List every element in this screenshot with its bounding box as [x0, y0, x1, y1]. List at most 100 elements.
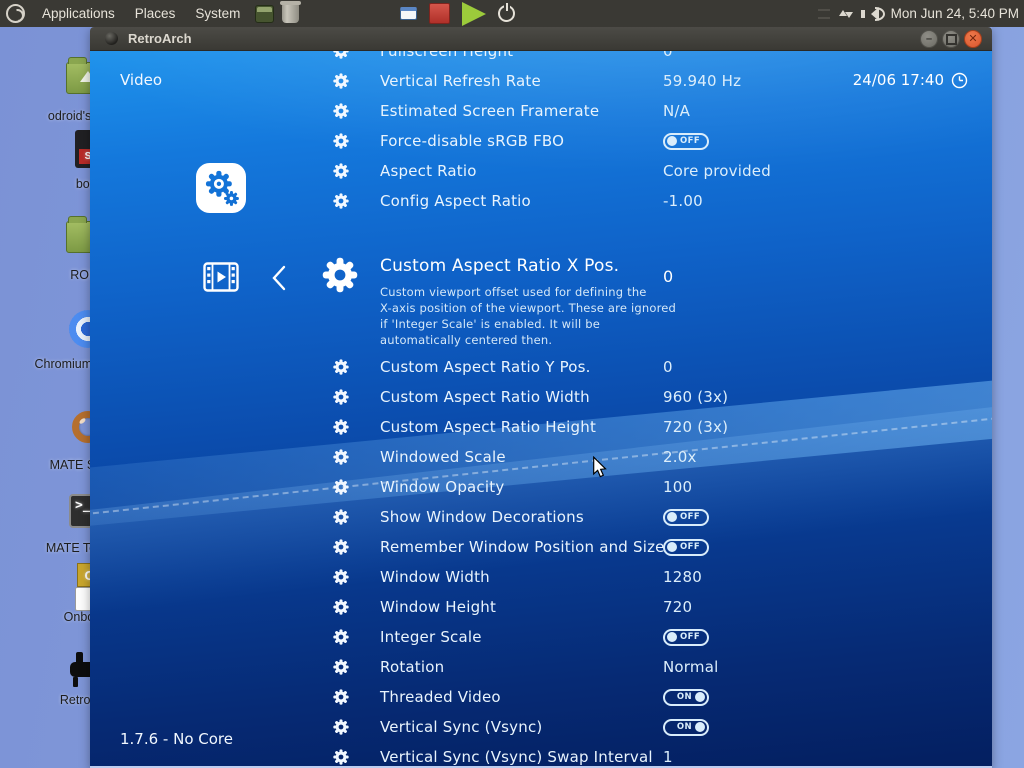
setting-label: Vertical Sync (Vsync) Swap Interval	[380, 748, 653, 766]
setting-label: Integer Scale	[380, 628, 482, 646]
record-button-icon[interactable]	[429, 3, 450, 24]
mouse-cursor	[592, 456, 607, 478]
toggle-switch[interactable]: OFF	[663, 133, 709, 150]
close-button[interactable]: ✕	[964, 30, 982, 48]
settings-row[interactable]: Rotation Normal	[90, 652, 992, 682]
settings-row[interactable]: Vertical Refresh Rate 59.940 Hz	[90, 66, 992, 96]
settings-row[interactable]: Window Height 720	[90, 592, 992, 622]
toggle-knob	[667, 542, 677, 552]
volume-waves-icon	[875, 7, 885, 21]
gear-icon	[333, 749, 349, 765]
gear-icon	[333, 539, 349, 555]
setting-value: 720	[663, 598, 692, 616]
network-icon[interactable]	[837, 6, 854, 22]
setting-label: Windowed Scale	[380, 448, 506, 466]
settings-row[interactable]: Force-disable sRGB FBO OFF	[90, 126, 992, 156]
setting-value: -1.00	[663, 192, 703, 210]
toggle-state-label: OFF	[680, 543, 700, 552]
setting-label: Force-disable sRGB FBO	[380, 132, 564, 150]
window-list-icon[interactable]	[400, 7, 417, 20]
panel-clock[interactable]: Mon Jun 24, 5:40 PM	[891, 6, 1019, 21]
top-panel: Applications Places System Mon Jun 24, 5…	[0, 0, 1024, 27]
setting-label: Rotation	[380, 658, 444, 676]
toggle-state-label: OFF	[680, 633, 700, 642]
power-icon[interactable]	[498, 5, 515, 22]
toggle-knob	[667, 632, 677, 642]
menu-places[interactable]: Places	[126, 3, 185, 24]
toggle-switch[interactable]: OFF	[663, 629, 709, 646]
gear-icon	[333, 599, 349, 615]
setting-value: ON	[663, 689, 709, 706]
gear-icon	[333, 449, 349, 465]
setting-value: ON	[663, 719, 709, 736]
toggle-knob	[695, 692, 705, 702]
toggle-switch[interactable]: ON	[663, 719, 709, 736]
toggle-switch[interactable]: OFF	[663, 539, 709, 556]
titlebar[interactable]: RetroArch – ✕	[90, 27, 992, 51]
window-title: RetroArch	[128, 31, 192, 46]
minimize-button[interactable]: –	[920, 30, 938, 48]
maximize-button[interactable]	[942, 30, 960, 48]
menu-applications[interactable]: Applications	[33, 3, 124, 24]
toggle-state-label: ON	[677, 723, 692, 732]
settings-row[interactable]: Window Width 1280	[90, 562, 992, 592]
retroarch-menu: Video 24/06 17:40	[90, 51, 992, 766]
setting-label: Vertical Refresh Rate	[380, 72, 541, 90]
terminal-launcher-icon[interactable]	[255, 5, 274, 23]
setting-value: 2.0x	[663, 448, 697, 466]
setting-value: 59.940 Hz	[663, 72, 741, 90]
setting-label: Vertical Sync (Vsync)	[380, 718, 542, 736]
toggle-state-label: OFF	[680, 137, 700, 146]
settings-row[interactable]: Show Window Decorations OFF	[90, 502, 992, 532]
setting-label: Fullscreen Height	[380, 51, 513, 60]
gear-icon	[333, 629, 349, 645]
settings-row[interactable]: Estimated Screen Framerate N/A	[90, 96, 992, 126]
selected-setting-label: Custom Aspect Ratio X Pos.	[380, 256, 619, 276]
settings-row[interactable]: Aspect Ratio Core provided	[90, 156, 992, 186]
settings-row[interactable]: Custom Aspect Ratio Height 720 (3x)	[90, 412, 992, 442]
setting-label: Estimated Screen Framerate	[380, 102, 599, 120]
setting-value: 720 (3x)	[663, 418, 728, 436]
settings-list-bottom: Custom Aspect Ratio Y Pos. 0 Custom Aspe…	[90, 352, 992, 766]
setting-value: OFF	[663, 133, 709, 150]
toggle-switch[interactable]: OFF	[663, 509, 709, 526]
gear-icon	[333, 103, 349, 119]
gear-icon	[333, 419, 349, 435]
settings-row[interactable]: Custom Aspect Ratio Y Pos. 0	[90, 352, 992, 382]
toggle-knob	[667, 512, 677, 522]
settings-row[interactable]: Custom Aspect Ratio Width 960 (3x)	[90, 382, 992, 412]
gear-icon	[333, 389, 349, 405]
setting-value: 100	[663, 478, 692, 496]
settings-row[interactable]: Window Opacity 100	[90, 472, 992, 502]
toggle-knob	[695, 722, 705, 732]
settings-row[interactable]: Config Aspect Ratio -1.00	[90, 186, 992, 216]
toggle-knob	[667, 136, 677, 146]
trash-icon[interactable]	[282, 4, 299, 23]
volume-icon[interactable]	[861, 6, 881, 22]
toggle-state-label: OFF	[680, 513, 700, 522]
settings-row[interactable]: Threaded Video ON	[90, 682, 992, 712]
indicator-icon[interactable]	[818, 9, 830, 19]
window-menu-icon[interactable]	[105, 32, 118, 45]
settings-row[interactable]: Windowed Scale 2.0x	[90, 442, 992, 472]
gear-icon	[333, 163, 349, 179]
menu-system[interactable]: System	[186, 3, 249, 24]
gear-icon	[333, 479, 349, 495]
setting-label: Config Aspect Ratio	[380, 192, 531, 210]
setting-label: Window Width	[380, 568, 490, 586]
selected-setting-row[interactable]: Custom Aspect Ratio X Pos. 0 Custom view…	[90, 251, 992, 361]
setting-label: Custom Aspect Ratio Width	[380, 388, 590, 406]
toggle-switch[interactable]: ON	[663, 689, 709, 706]
setting-label: Aspect Ratio	[380, 162, 477, 180]
settings-list-top: Fullscreen Height 0 Vertical Refresh Rat…	[90, 51, 992, 216]
settings-row[interactable]: Fullscreen Height 0	[90, 51, 992, 66]
play-button-icon[interactable]	[462, 2, 486, 26]
setting-value: OFF	[663, 539, 709, 556]
selected-setting-description: Custom viewport offset used for defining…	[380, 284, 676, 348]
version-label: 1.7.6 - No Core	[120, 730, 233, 748]
settings-row[interactable]: Remember Window Position and Size OFF	[90, 532, 992, 562]
toggle-state-label: ON	[677, 693, 692, 702]
settings-row[interactable]: Integer Scale OFF	[90, 622, 992, 652]
mate-menu-logo-icon[interactable]	[6, 4, 25, 23]
gear-icon	[333, 359, 349, 375]
